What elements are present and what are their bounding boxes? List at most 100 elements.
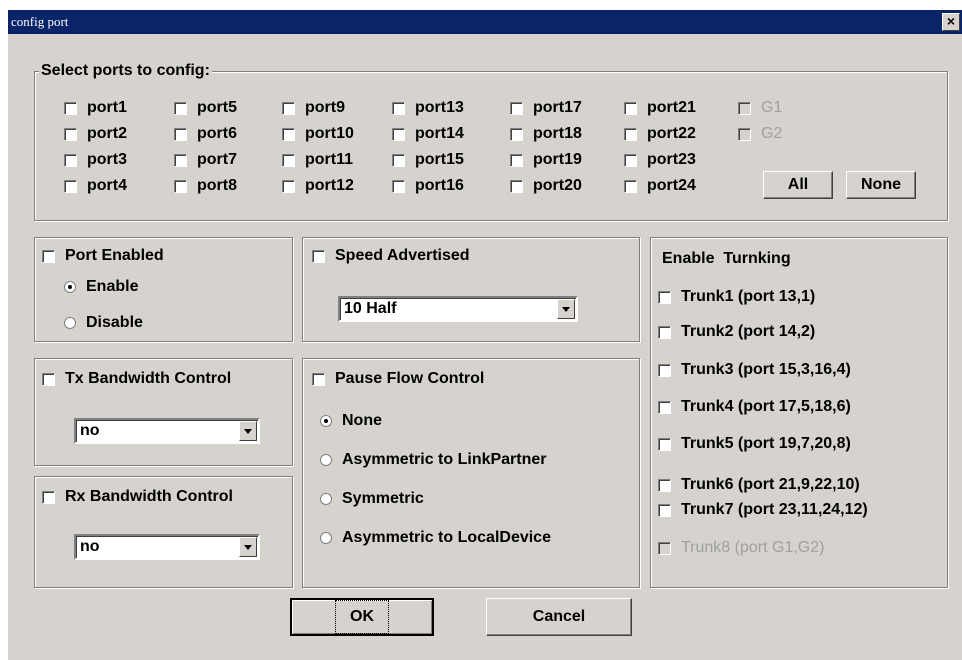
checkbox-box — [64, 153, 77, 167]
checkbox-box — [738, 101, 751, 115]
checkbox-box — [64, 127, 77, 141]
trunk-checkbox-label: Trunk3 (port 15,3,16,4) — [681, 361, 851, 378]
port-checkbox[interactable]: port22 — [624, 125, 696, 143]
port-checkbox[interactable]: port12 — [282, 177, 354, 195]
port-enabled-label: Port Enabled — [65, 247, 164, 264]
port-g1-label: G1 — [761, 99, 783, 116]
port-checkbox[interactable]: port1 — [64, 99, 127, 117]
checkbox-box — [174, 127, 187, 141]
port-checkbox-label: port17 — [533, 99, 582, 116]
speed-advertised-checkbox[interactable]: Speed Advertised — [312, 247, 470, 265]
trunk-checkbox[interactable]: Trunk2 (port 14,2) — [658, 323, 815, 341]
enable-radio[interactable]: Enable — [64, 278, 138, 296]
pause-flow-checkbox[interactable]: Pause Flow Control — [312, 370, 484, 388]
select-ports-legend: Select ports to config: — [39, 62, 212, 80]
checkbox-box — [510, 127, 523, 141]
disable-radio-label: Disable — [86, 314, 143, 331]
port-checkbox[interactable]: port16 — [392, 177, 464, 195]
pause-symmetric-radio[interactable]: Symmetric — [320, 490, 424, 508]
port-checkbox[interactable]: port19 — [510, 151, 582, 169]
pause-asym-localdevice-radio[interactable]: Asymmetric to LocalDevice — [320, 529, 551, 547]
checkbox-box — [392, 179, 405, 193]
port-checkbox[interactable]: port20 — [510, 177, 582, 195]
port-checkbox[interactable]: port17 — [510, 99, 582, 117]
port-checkbox-label: port6 — [197, 125, 237, 142]
checkbox-box — [624, 101, 637, 115]
checkbox-box — [282, 127, 295, 141]
checkbox-box — [624, 153, 637, 167]
trunk-checkbox[interactable]: Trunk6 (port 21,9,22,10) — [658, 476, 860, 494]
port-checkbox[interactable]: port15 — [392, 151, 464, 169]
checkbox-box — [312, 249, 325, 263]
port-checkbox[interactable]: port9 — [282, 99, 345, 117]
port-checkbox[interactable]: port13 — [392, 99, 464, 117]
chevron-down-icon[interactable] — [239, 421, 257, 441]
port-enabled-checkbox[interactable]: Port Enabled — [42, 247, 164, 265]
port-checkbox[interactable]: port18 — [510, 125, 582, 143]
trunk-checkbox[interactable]: Trunk5 (port 19,7,20,8) — [658, 435, 851, 453]
port-checkbox[interactable]: port21 — [624, 99, 696, 117]
checkbox-box — [174, 179, 187, 193]
checkbox-box — [174, 101, 187, 115]
window-title: config port — [11, 14, 69, 29]
checkbox-box — [392, 127, 405, 141]
none-button[interactable]: None — [846, 171, 916, 199]
port-checkbox[interactable]: port23 — [624, 151, 696, 169]
trunk-checkbox[interactable]: Trunk4 (port 17,5,18,6) — [658, 398, 851, 416]
all-button[interactable]: All — [763, 171, 833, 199]
chevron-down-icon[interactable] — [239, 537, 257, 557]
port-checkbox[interactable]: port4 — [64, 177, 127, 195]
close-button[interactable]: × — [942, 13, 960, 31]
port-checkbox[interactable]: port5 — [174, 99, 237, 117]
cancel-button[interactable]: Cancel — [486, 598, 632, 636]
trunk-checkbox[interactable]: Trunk1 (port 13,1) — [658, 288, 815, 306]
trunking-heading: Enable Turnking — [662, 250, 791, 267]
trunk-checkbox-label: Trunk5 (port 19,7,20,8) — [681, 435, 851, 452]
pause-asym-localdevice-label: Asymmetric to LocalDevice — [342, 529, 551, 546]
pause-asym-linkpartner-label: Asymmetric to LinkPartner — [342, 451, 547, 468]
checkbox-box — [42, 372, 55, 386]
checkbox-box — [658, 363, 671, 377]
trunk-checkbox-label: Trunk6 (port 21,9,22,10) — [681, 476, 860, 493]
close-icon: × — [946, 13, 956, 29]
trunk-checkbox[interactable]: Trunk3 (port 15,3,16,4) — [658, 361, 851, 379]
port-checkbox[interactable]: port8 — [174, 177, 237, 195]
trunk-checkbox[interactable]: Trunk7 (port 23,11,24,12) — [658, 501, 868, 519]
chevron-down-icon[interactable] — [557, 299, 575, 319]
port-checkbox[interactable]: port7 — [174, 151, 237, 169]
ok-button[interactable]: OK — [290, 598, 434, 636]
checkbox-box — [658, 290, 671, 304]
radio-dot — [320, 454, 332, 466]
speed-select[interactable]: 10 Half — [338, 296, 578, 322]
port-checkbox-label: port23 — [647, 151, 696, 168]
port-checkbox[interactable]: port24 — [624, 177, 696, 195]
port-checkbox-label: port20 — [533, 177, 582, 194]
port-checkbox-label: port3 — [87, 151, 127, 168]
port-checkbox[interactable]: port14 — [392, 125, 464, 143]
tx-bandwidth-checkbox[interactable]: Tx Bandwidth Control — [42, 370, 231, 388]
checkbox-box — [658, 541, 671, 555]
disable-radio[interactable]: Disable — [64, 314, 143, 332]
checkbox-box — [64, 179, 77, 193]
port-checkbox[interactable]: port3 — [64, 151, 127, 169]
ok-button-label: OK — [335, 600, 389, 634]
checkbox-box — [738, 127, 751, 141]
pause-asym-linkpartner-radio[interactable]: Asymmetric to LinkPartner — [320, 451, 547, 469]
rx-bandwidth-select[interactable]: no — [74, 534, 260, 560]
port-checkbox[interactable]: port11 — [282, 151, 353, 169]
rx-bandwidth-checkbox[interactable]: Rx Bandwidth Control — [42, 488, 233, 506]
checkbox-box — [42, 249, 55, 263]
port-checkbox-label: port14 — [415, 125, 464, 142]
port-checkbox[interactable]: port6 — [174, 125, 237, 143]
pause-none-radio[interactable]: None — [320, 412, 382, 430]
trunk-checkbox-label: Trunk8 (port G1,G2) — [681, 539, 825, 556]
port-checkbox-label: port13 — [415, 99, 464, 116]
radio-dot — [320, 493, 332, 505]
port-g2-label: G2 — [761, 125, 783, 142]
all-button-label: All — [787, 176, 809, 193]
port-checkbox[interactable]: port2 — [64, 125, 127, 143]
pause-none-label: None — [342, 412, 382, 429]
port-checkbox[interactable]: port10 — [282, 125, 354, 143]
tx-bandwidth-select[interactable]: no — [74, 418, 260, 444]
port-checkbox-label: port21 — [647, 99, 696, 116]
